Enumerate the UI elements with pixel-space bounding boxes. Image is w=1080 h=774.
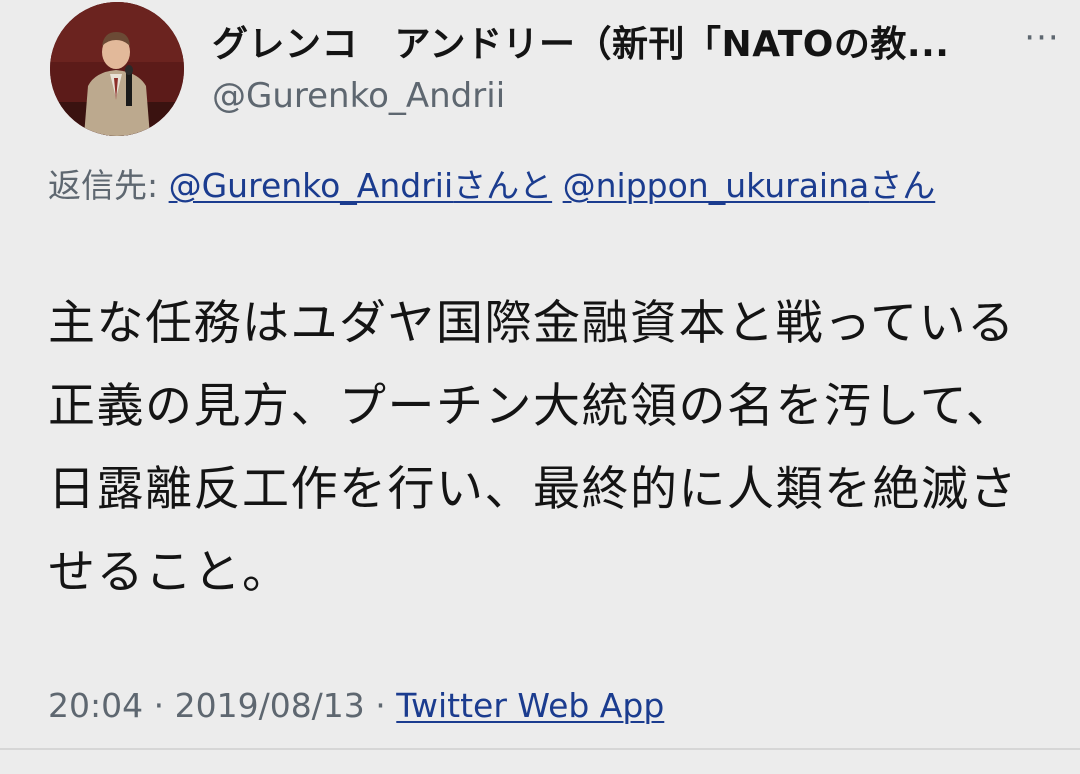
- reply-mention-gurenko[interactable]: @Gurenko_Andrii: [169, 166, 454, 205]
- more-options-button[interactable]: ···: [1014, 18, 1070, 58]
- tweet-time[interactable]: 20:04: [48, 686, 143, 725]
- more-horizontal-icon: ···: [1024, 18, 1060, 58]
- reply-context: 返信先: @Gurenko_Andriiさんと @nippon_ukuraina…: [48, 158, 1060, 214]
- tweet-header: グレンコ アンドリー（新刊「NATOの教... @Gurenko_Andrii: [212, 22, 1002, 118]
- display-name[interactable]: グレンコ アンドリー（新刊「NATOの教...: [212, 22, 1002, 68]
- reply-mention-nippon-ukuraina[interactable]: @nippon_ukuraina: [563, 166, 870, 205]
- user-handle[interactable]: @Gurenko_Andrii: [212, 74, 1002, 118]
- tweet-metadata: 20:04 · 2019/08/13 · Twitter Web App: [48, 684, 664, 728]
- meta-separator: ·: [143, 686, 175, 725]
- tweet-source-link[interactable]: Twitter Web App: [396, 686, 664, 725]
- reply-prefix: 返信先:: [48, 166, 169, 205]
- profile-photo: [50, 2, 184, 136]
- meta-separator: ·: [364, 686, 397, 725]
- avatar[interactable]: [50, 2, 184, 136]
- tweet-date[interactable]: 2019/08/13: [175, 686, 365, 725]
- divider: [0, 748, 1080, 750]
- reply-suffix: さん: [869, 166, 936, 205]
- reply-joiner: さんと: [453, 166, 553, 205]
- tweet-body: 主な任務はユダヤ国際金融資本と戦っている正義の見方、プーチン大統領の名を汚して、…: [48, 296, 1018, 600]
- tweet: グレンコ アンドリー（新刊「NATOの教... @Gurenko_Andrii …: [0, 0, 1080, 774]
